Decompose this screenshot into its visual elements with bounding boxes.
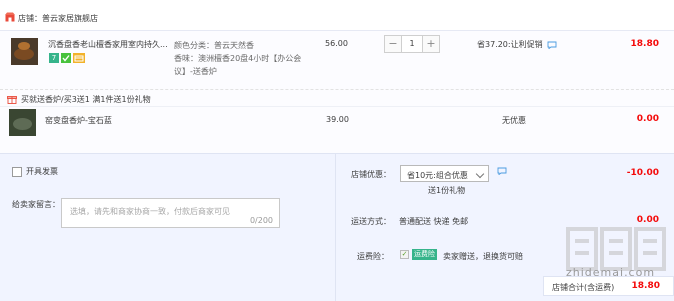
chevron-down-icon (475, 169, 485, 179)
credit-card-badge-icon[interactable] (73, 53, 85, 63)
shop-promo-select[interactable]: 省10元:组合优惠 (400, 165, 489, 182)
item-discount: 无优惠 (502, 116, 526, 125)
unit-price: 56.00 (325, 39, 348, 48)
product-attributes: 颜色分类：普云天然香 香味：澳洲檀香20盘4小时【办公会议】-送香炉 (174, 39, 309, 78)
item-subtotal: 18.80 (630, 39, 659, 49)
decrease-button[interactable]: − (384, 35, 402, 53)
seven-day-return-badge[interactable]: 7 (49, 53, 59, 63)
shop-header: 店铺：普云家居旗舰店 (0, 0, 674, 30)
attr-scent: 香味：澳洲檀香20盘4小时【办公会议】-送香炉 (174, 54, 302, 76)
chat-bubble-icon[interactable] (547, 41, 557, 49)
invoice-option[interactable]: 开具发票 (12, 166, 58, 177)
seller-message-textarea[interactable]: 选填，请先和商家协商一致，付款后商家可见 0/200 (61, 198, 280, 228)
promotion-text: 买就送香炉/买3送1 满1件送1份礼物 (21, 95, 151, 104)
attr-color: 颜色分类：普云天然香 (174, 41, 254, 50)
quantity-stepper: − 1 + (384, 35, 440, 53)
invoice-label: 开具发票 (26, 167, 58, 176)
quantity-input[interactable]: 1 (402, 35, 422, 53)
cart-items: 沉香盘香老山檀香家用室内持久... 7 颜色分类：普云天然香 香味：澳洲檀香20… (0, 30, 674, 153)
product-thumbnail[interactable] (11, 38, 38, 65)
insurance-text: 卖家赠送，退换货可赔 (443, 252, 523, 261)
insurance-checkbox[interactable]: ✓ (400, 250, 409, 259)
shop-promo-value: 省10元:组合优惠 (407, 171, 468, 180)
item-discount: 省37.20:让利促销 (477, 39, 557, 50)
shop-promo-amount: -10.00 (626, 168, 659, 178)
guarantee-badge-icon[interactable] (61, 53, 71, 63)
cart-item: 沉香盘香老山檀香家用室内持久... 7 颜色分类：普云天然香 香味：澳洲檀香20… (0, 31, 674, 87)
watermark-text: zhidemai.com (566, 266, 656, 279)
invoice-checkbox[interactable] (12, 166, 22, 177)
unit-price: 39.00 (326, 115, 349, 124)
item-subtotal: 0.00 (636, 114, 659, 124)
product-thumbnail[interactable] (9, 109, 36, 136)
shop-name[interactable]: 店铺：普云家居旗舰店 (18, 13, 98, 24)
product-title[interactable]: 窑变盘香炉-宝石蓝 (45, 115, 112, 126)
insurance-label: 运费险： (357, 252, 389, 261)
increase-button[interactable]: + (422, 35, 440, 53)
message-placeholder: 选填，请先和商家协商一致，付款后商家可见 (70, 207, 230, 216)
product-title[interactable]: 沉香盘香老山檀香家用室内持久... (48, 39, 170, 51)
shipping-method: 普通配送 快递 免邮 (399, 217, 469, 226)
shipping-label: 运送方式： (351, 217, 391, 226)
buyer-options: 开具发票 给卖家留言： 选填，请先和商家协商一致，付款后商家可见 0/200 (0, 154, 336, 301)
cart-item: 窑变盘香炉-宝石蓝 39.00 无优惠 0.00 (0, 106, 674, 136)
chat-bubble-icon[interactable] (497, 167, 507, 175)
shop-icon (5, 12, 15, 22)
message-char-count: 0/200 (249, 216, 273, 225)
gift-note: 送1份礼物 (428, 186, 466, 195)
promotion-bar: 买就送香炉/买3送1 满1件送1份礼物 (0, 89, 674, 105)
watermark-logo-icon (566, 227, 666, 271)
insurance-badge: 运费险 (412, 249, 437, 260)
message-label: 给卖家留言： (12, 200, 60, 209)
shop-promo-label: 店铺优惠： (351, 170, 391, 179)
discount-text: 省37.20:让利促销 (477, 40, 543, 49)
service-badges: 7 (49, 53, 85, 63)
gift-icon (7, 96, 17, 104)
